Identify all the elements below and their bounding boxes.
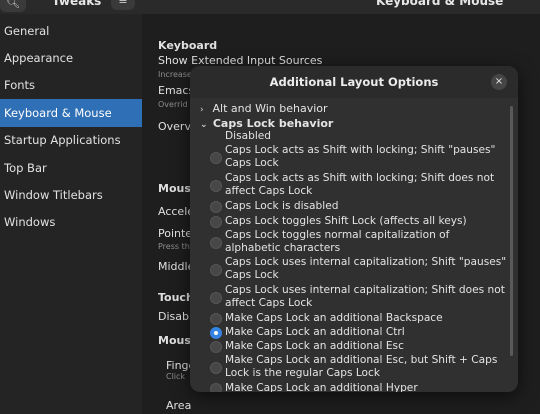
radio-button[interactable] [210,341,222,353]
header-bar: 🔍︎ Tweaks ≡ Keyboard & Mouse [0,0,540,14]
radio-button[interactable] [210,264,222,276]
radio-button[interactable] [210,362,222,374]
radio-button[interactable] [210,313,222,325]
sidebar-item-window-titlebars[interactable]: Window Titlebars [0,181,142,209]
radio-button[interactable] [210,152,222,164]
option-label: Make Caps Lock an additional Esc, but Sh… [225,354,498,379]
sidebar-item-keyboard-mouse[interactable]: Keyboard & Mouse [0,99,142,127]
radio-button[interactable] [210,201,222,213]
increase-hint: Increase [158,70,192,79]
middle-click-label: Middle [158,260,195,273]
option-label: Caps Lock acts as Shift with locking; Sh… [225,144,496,169]
hamburger-menu-icon: ≡ [118,0,128,7]
option-label: Caps Lock is disabled [225,200,339,212]
radio-button[interactable] [210,180,222,192]
dialog-title: Additional Layout Options [269,75,439,89]
keyboard-heading: Keyboard [158,39,218,52]
chevron-down-icon: ⌄ [200,120,208,130]
menu-button[interactable]: ≡ [111,0,135,10]
overview-label: Overvi [158,120,195,133]
option-label: Make Caps Lock an additional Hyper [225,382,418,392]
sidebar-item-fonts[interactable]: Fonts [0,71,142,99]
dialog-header: Additional Layout Options × [190,66,518,98]
group-label: Alt and Win behavior [212,102,328,115]
option-label: Caps Lock uses internal capitalization; … [225,256,507,281]
area-label: Area [166,399,192,412]
touchpad-heading: Touch [158,291,194,304]
sidebar-item-appearance[interactable]: Appearance [0,44,142,72]
search-icon: 🔍︎ [6,0,20,9]
radio-button[interactable] [210,383,222,392]
acceleration-label: Accele [158,205,195,218]
option-label: Make Caps Lock an additional Esc [225,340,404,352]
override-hint: Overrid [158,100,188,109]
sidebar: General Appearance Fonts Keyboard & Mous… [0,14,142,414]
sidebar-item-startup-applications[interactable]: Startup Applications [0,126,142,154]
page-title: Keyboard & Mouse [376,0,504,8]
option-label: Caps Lock acts as Shift with locking; Sh… [225,172,495,197]
radio-button[interactable] [210,216,222,228]
group-caps-lock-behavior[interactable]: ⌄ Caps Lock behavior [200,117,333,130]
option-label: Caps Lock toggles normal capitalization … [225,229,450,254]
sidebar-item-windows[interactable]: Windows [0,208,142,236]
option-label: Caps Lock uses internal capitalization; … [225,284,505,309]
option-label: Make Caps Lock an additional Backspace [225,312,443,324]
sidebar-item-top-bar[interactable]: Top Bar [0,154,142,182]
app-title: Tweaks [52,0,102,8]
sidebar-item-general[interactable]: General [0,17,142,45]
search-button[interactable]: 🔍︎ [0,0,26,12]
option-label: Make Caps Lock an additional Ctrl [225,326,405,338]
group-label: Caps Lock behavior [212,117,334,130]
chevron-right-icon: › [200,105,204,115]
additional-layout-options-dialog: Additional Layout Options × › Alt and Wi… [190,66,518,392]
radio-button-selected[interactable] [210,327,222,339]
options-list: › Alt and Win behavior ⌄ Caps Lock behav… [190,98,518,392]
close-icon[interactable]: × [491,74,507,90]
pointer-label: Pointe [158,227,193,240]
click-hint: Click [166,372,186,381]
emacs-label: Emacs [158,84,195,97]
option-label: Caps Lock toggles Shift Lock (affects al… [225,215,467,227]
scrollbar[interactable] [510,106,513,356]
press-hint: Press th [158,242,190,251]
radio-button[interactable] [210,292,222,304]
option-label: Disabled [225,130,272,142]
group-alt-win-behavior[interactable]: › Alt and Win behavior [200,102,328,115]
radio-button[interactable] [210,237,222,249]
disable-while-typing-label: Disabl [158,310,193,323]
